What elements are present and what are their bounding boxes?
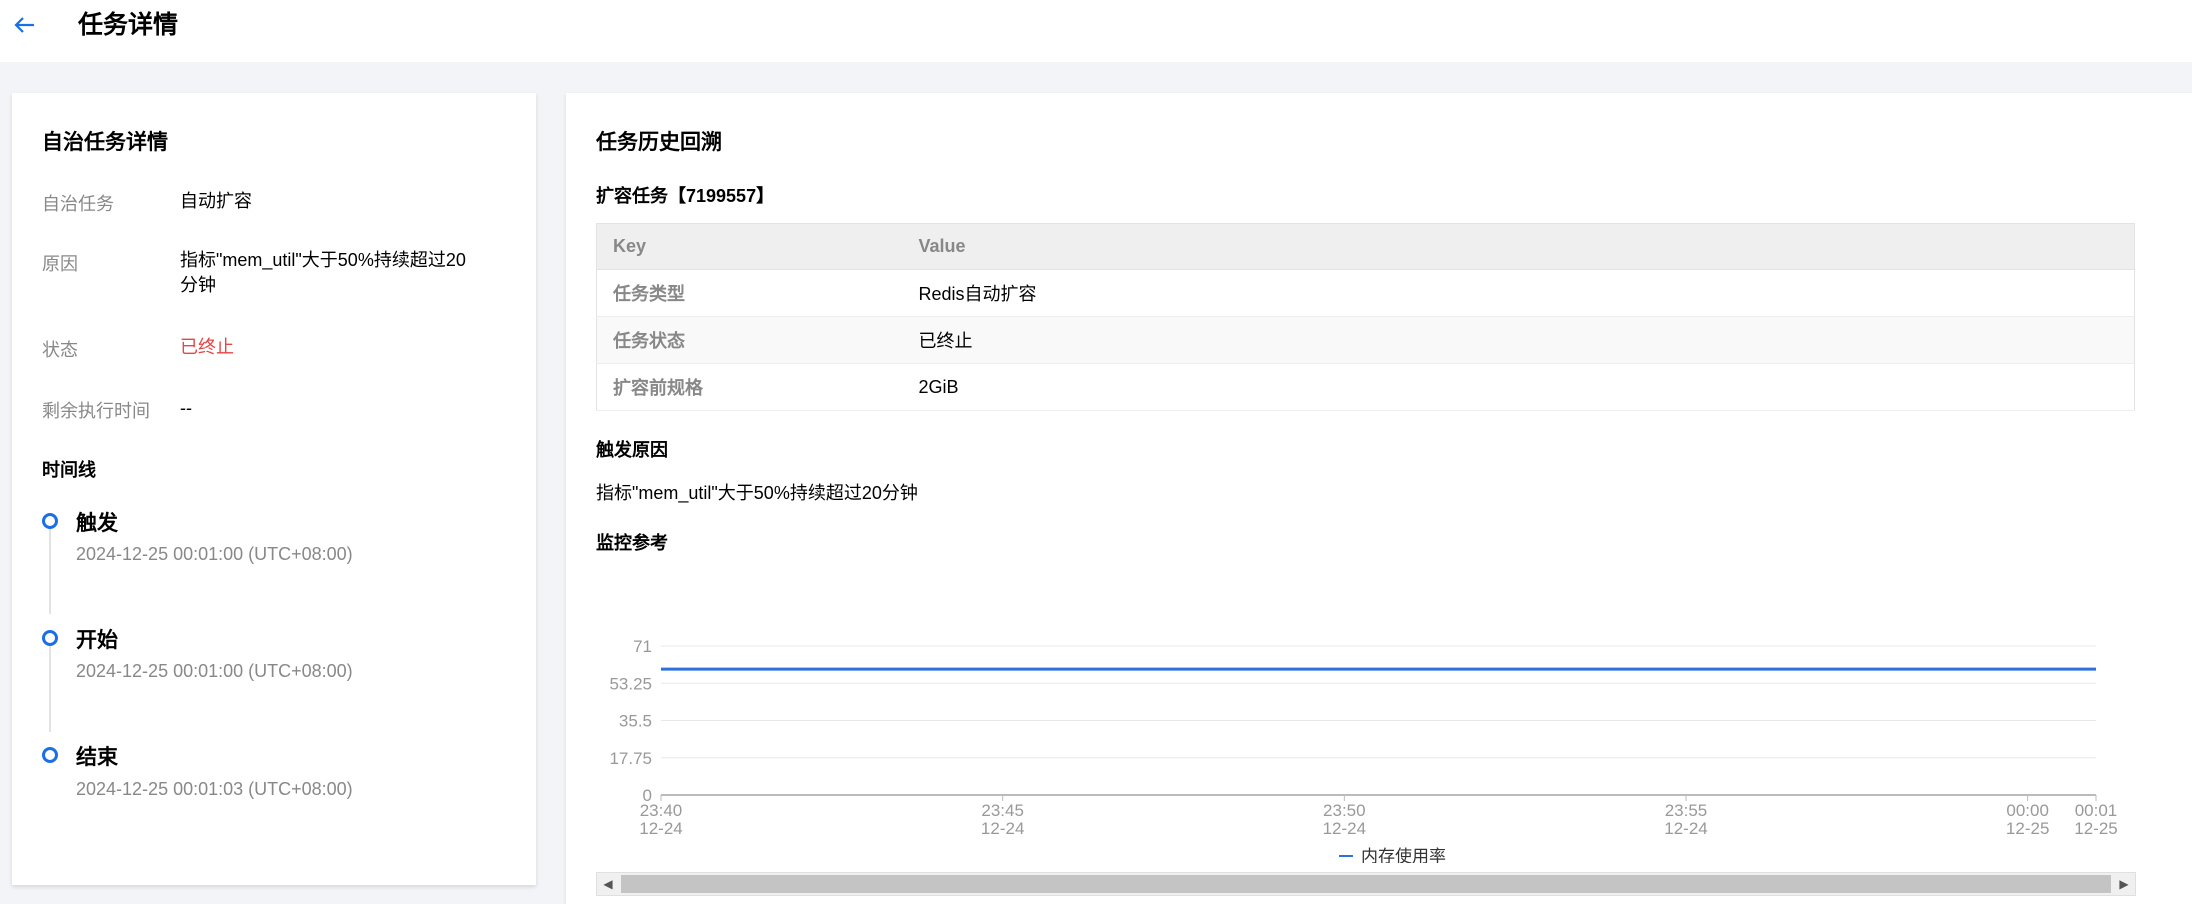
table-row: 扩容前规格 2GiB: [596, 363, 2135, 411]
timeline-item-title: 结束: [76, 746, 118, 769]
chart-svg: 7153.2535.517.75023:4012-2423:4512-2423:…: [609, 637, 2118, 866]
x-tick-time: 00:01: [2075, 801, 2118, 820]
card-title: 任务历史回溯: [596, 131, 722, 154]
y-tick-label: 71: [633, 637, 652, 656]
x-tick-time: 23:50: [1323, 801, 1366, 820]
card-title: 自治任务详情: [42, 131, 168, 154]
field-label-remaining: 剩余执行时间: [42, 401, 150, 421]
page-title: 任务详情: [78, 11, 179, 39]
x-tick-time: 23:45: [981, 801, 1024, 820]
task-history-card: 任务历史回溯 扩容任务【7199557】 Key Value 任务类型 Redi…: [566, 93, 2192, 904]
monitor-title: 监控参考: [596, 533, 668, 553]
timeline-title: 时间线: [42, 460, 96, 480]
top-bar: 任务详情: [0, 0, 2192, 62]
y-tick-label: 35.5: [619, 712, 652, 731]
field-value-task: 自动扩容: [180, 191, 252, 211]
x-tick-date: 12-25: [2074, 819, 2117, 838]
field-value-remaining: --: [180, 398, 192, 418]
timeline-item-time: 2024-12-25 00:01:00 (UTC+08:00): [76, 661, 353, 681]
timeline-dot-icon: [42, 513, 58, 529]
trigger-title: 触发原因: [596, 440, 668, 460]
table-cell-key: 扩容前规格: [596, 363, 903, 411]
table-cell-value: 已终止: [902, 316, 2135, 364]
back-button[interactable]: [12, 12, 38, 38]
timeline-item-title: 开始: [76, 629, 118, 652]
timeline-item-time: 2024-12-25 00:01:03 (UTC+08:00): [76, 779, 353, 799]
chart-scrollbar[interactable]: ◀ ▶: [596, 872, 2136, 896]
y-tick-label: 17.75: [609, 749, 652, 768]
scroll-thumb[interactable]: [621, 875, 2111, 893]
x-tick-date: 12-24: [1664, 819, 1707, 838]
x-tick-date: 12-24: [1323, 819, 1366, 838]
trigger-text: 指标"mem_util"大于50%持续超过20分钟: [596, 483, 918, 503]
table-header-key: Key: [596, 223, 903, 270]
field-label-status: 状态: [42, 340, 78, 360]
x-tick-time: 23:40: [640, 801, 683, 820]
x-tick-time: 23:55: [1665, 801, 1708, 820]
timeline-connector: [49, 520, 51, 614]
task-detail-card: 自治任务详情 自治任务 自动扩容 原因 指标"mem_util"大于50%持续超…: [12, 93, 536, 885]
timeline-dot-icon: [42, 747, 58, 763]
field-value-reason: 指标"mem_util"大于50%持续超过20分钟: [180, 250, 466, 295]
arrow-left-icon: [14, 17, 34, 33]
x-tick-date: 12-24: [639, 819, 682, 838]
timeline-item-time: 2024-12-25 00:01:00 (UTC+08:00): [76, 544, 353, 564]
scroll-right-icon[interactable]: ▶: [2113, 873, 2135, 895]
y-tick-label: 53.25: [609, 674, 652, 693]
table-header-row: Key Value: [596, 223, 2135, 270]
x-tick-date: 12-25: [2006, 819, 2049, 838]
memory-usage-chart: 71 53.25 35.5 17.75 0 23:40 12-24 23:45 12-24 23:…: [596, 603, 2136, 866]
x-tick-time: 00:00: [2006, 801, 2049, 820]
timeline-connector: [49, 638, 51, 732]
x-tick-date: 12-24: [981, 819, 1024, 838]
field-label-reason: 原因: [42, 254, 78, 274]
table-cell-value: 2GiB: [902, 363, 2135, 411]
table-cell-key: 任务状态: [596, 316, 903, 364]
table-header-value: Value: [902, 223, 2135, 270]
table-cell-key: 任务类型: [596, 269, 903, 317]
field-value-status: 已终止: [180, 337, 234, 357]
timeline-item-title: 触发: [76, 512, 118, 535]
task-name: 扩容任务【7199557】: [596, 186, 775, 206]
task-kv-table: Key Value 任务类型 Redis自动扩容 任务状态 已终止 扩容前规格 …: [596, 223, 2135, 411]
legend-label: 内存使用率: [1361, 846, 1446, 863]
field-label-task: 自治任务: [42, 194, 114, 214]
timeline-dot-icon: [42, 630, 58, 646]
table-cell-value: Redis自动扩容: [902, 269, 2135, 317]
table-row: 任务状态 已终止: [596, 316, 2135, 364]
table-row: 任务类型 Redis自动扩容: [596, 269, 2135, 317]
scroll-left-icon[interactable]: ◀: [597, 873, 619, 895]
